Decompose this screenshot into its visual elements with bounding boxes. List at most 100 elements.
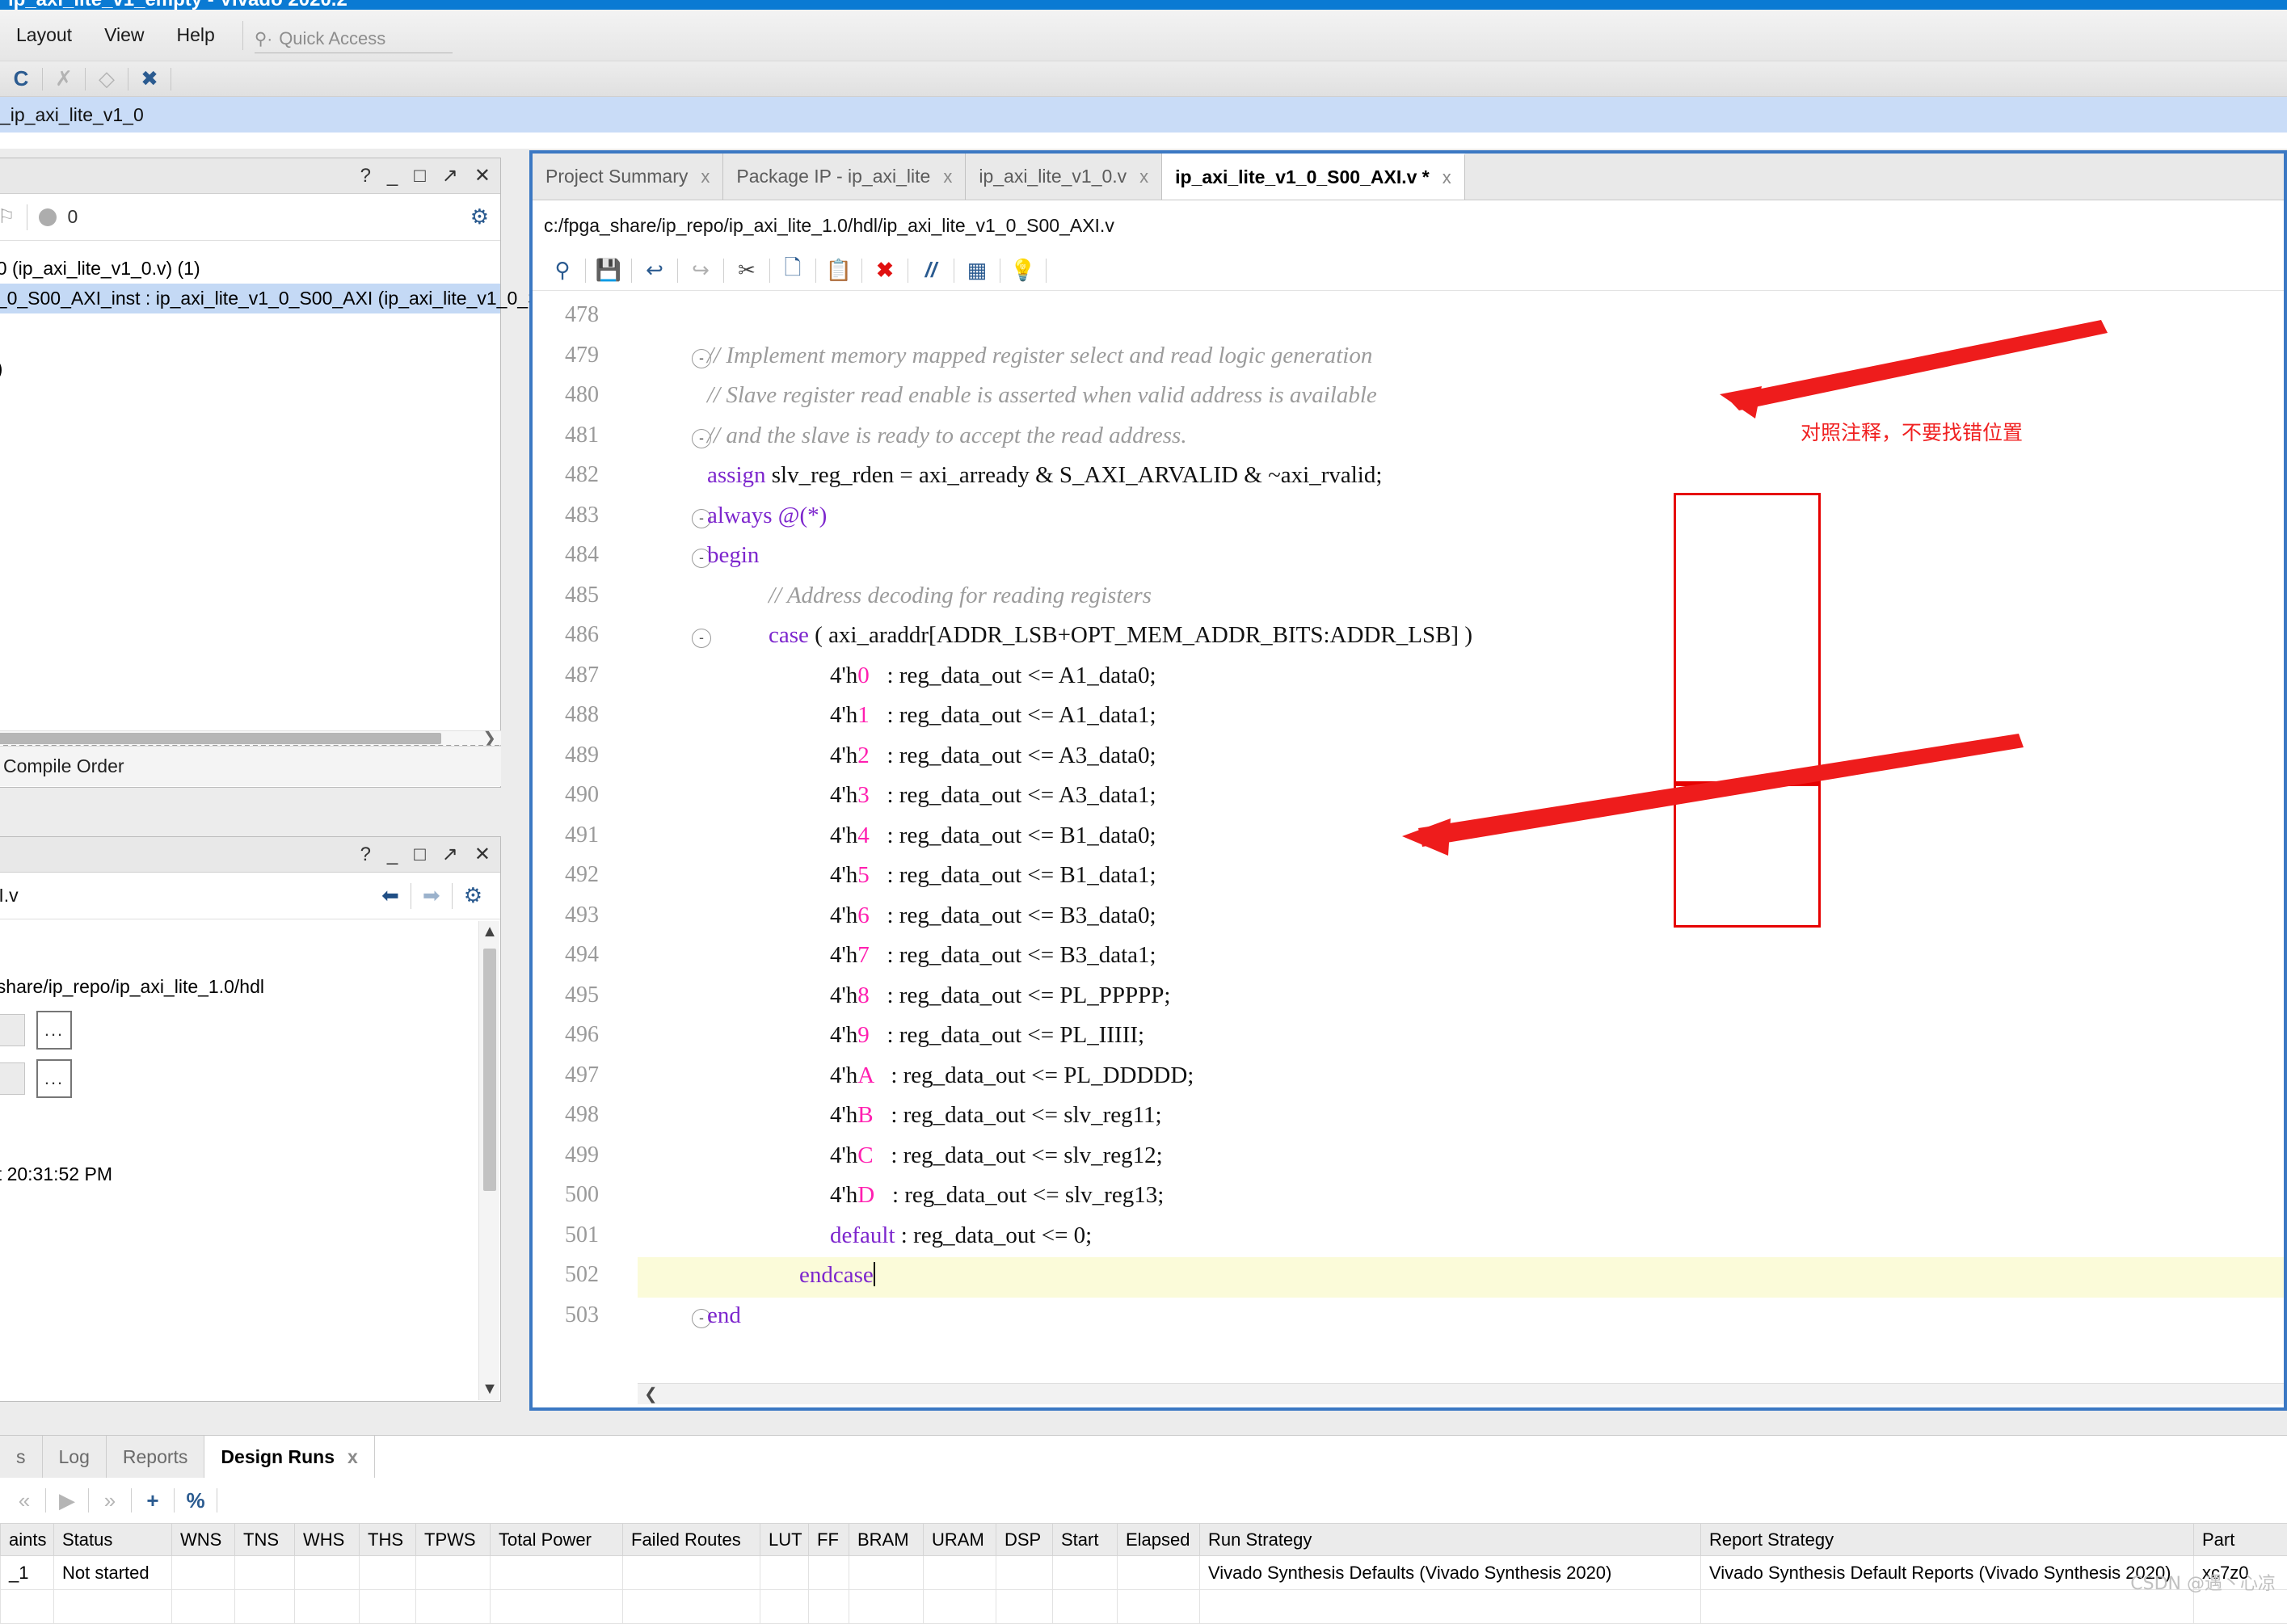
table-column-header[interactable]: Part [2194, 1524, 2287, 1556]
table-column-header[interactable]: Elapsed [1118, 1524, 1200, 1556]
close-icon[interactable]: ✕ [474, 845, 491, 865]
minimize-icon[interactable]: _ [387, 166, 398, 186]
code-line[interactable]: default : reg_data_out <= 0; [830, 1222, 1092, 1249]
paste-icon[interactable]: 📋 [819, 254, 859, 288]
arrow-left-icon[interactable]: ⬅ [381, 883, 399, 908]
code-line[interactable]: 4'hA : reg_data_out <= PL_DDDDD; [830, 1062, 1194, 1089]
close-icon[interactable]: x [943, 166, 952, 187]
code-line[interactable]: 4'h3 : reg_data_out <= A3_data1; [830, 782, 1156, 809]
rewind-icon[interactable]: « [3, 1483, 45, 1518]
table-column-header[interactable]: URAM [924, 1524, 996, 1556]
redo-icon[interactable]: ↪ [680, 254, 721, 288]
browse-button-2[interactable]: ... [36, 1059, 72, 1098]
properties-vertical-scrollbar[interactable]: ▲ ▼ [478, 921, 499, 1400]
plus-icon[interactable]: + [132, 1483, 174, 1518]
code-text-area[interactable]: 4784794804814824834844854864874884894904… [533, 291, 2284, 1404]
code-line[interactable]: case ( axi_araddr[ADDR_LSB+OPT_MEM_ADDR_… [769, 622, 1472, 649]
float-icon[interactable]: ↗ [442, 166, 458, 186]
tree-item-third[interactable]: 1) [0, 354, 500, 384]
quick-access-box[interactable]: ⚲· Quick Access [255, 18, 453, 53]
table-column-header[interactable]: Start [1053, 1524, 1118, 1556]
table-column-header[interactable]: Run Strategy [1200, 1524, 1701, 1556]
comment-icon[interactable]: // [911, 254, 951, 288]
scrollbar-thumb[interactable] [483, 949, 496, 1191]
percent-icon[interactable]: % [175, 1483, 217, 1518]
x-cursor-icon[interactable]: ✖ [128, 63, 171, 95]
maximize-icon[interactable]: □ [414, 845, 426, 865]
slash-shape-icon[interactable]: ◇ [86, 63, 128, 95]
property-field-2[interactable] [0, 1062, 25, 1095]
code-line[interactable]: // Implement memory mapped register sele… [707, 343, 1372, 369]
breadcrumb[interactable]: _ip_axi_lite_v1_0 [0, 97, 2287, 133]
close-icon[interactable]: ✕ [474, 166, 491, 186]
code-line[interactable]: 4'h7 : reg_data_out <= B3_data1; [830, 942, 1156, 969]
menu-item-help[interactable]: Help [161, 24, 231, 46]
dock-tab-s[interactable]: s [0, 1436, 43, 1478]
table-column-header[interactable]: BRAM [849, 1524, 924, 1556]
tab-package-ip[interactable]: Package IP - ip_axi_lite x [723, 154, 966, 200]
code-line[interactable]: // Slave register read enable is asserte… [707, 382, 1377, 409]
property-field-1[interactable] [0, 1014, 25, 1046]
search-icon[interactable]: ⚲ [542, 254, 583, 288]
help-icon[interactable]: ? [360, 166, 371, 186]
table-column-header[interactable]: TNS [235, 1524, 295, 1556]
table-column-header[interactable]: LUT [760, 1524, 809, 1556]
code-line[interactable]: always @(*) [707, 503, 827, 529]
c-icon[interactable]: C [0, 63, 42, 95]
close-icon[interactable]: x [1443, 167, 1451, 188]
scrollbar-thumb[interactable] [0, 733, 441, 744]
code-line[interactable]: 4'h5 : reg_data_out <= B1_data1; [830, 862, 1156, 889]
code-line[interactable]: 4'h4 : reg_data_out <= B1_data0; [830, 823, 1156, 849]
fold-toggle-icon[interactable]: - [692, 629, 711, 648]
code-line[interactable]: // and the slave is ready to accept the … [707, 423, 1187, 449]
delete-icon[interactable]: ✖ [865, 254, 905, 288]
table-row[interactable]: _1Not startedVivado Synthesis Defaults (… [1, 1556, 2287, 1590]
table-column-header[interactable]: WNS [172, 1524, 235, 1556]
cut-icon[interactable]: ✂ [727, 254, 767, 288]
help-icon[interactable]: ? [360, 845, 371, 865]
minimize-icon[interactable]: _ [387, 845, 398, 865]
dock-tab-reports[interactable]: Reports [107, 1436, 205, 1478]
undo-icon[interactable]: ↩ [634, 254, 675, 288]
maximize-icon[interactable]: □ [414, 166, 426, 186]
table-column-header[interactable]: WHS [295, 1524, 360, 1556]
code-line[interactable]: endcase [799, 1262, 875, 1289]
menu-item-layout[interactable]: Layout [0, 24, 88, 46]
tab-ip-axi-lite-v1-0[interactable]: ip_axi_lite_v1_0.v x [966, 154, 1162, 200]
code-line[interactable]: 4'hB : reg_data_out <= slv_reg11; [830, 1102, 1162, 1129]
tab-project-summary[interactable]: Project Summary x [533, 154, 723, 200]
gear-icon[interactable]: ⚙ [464, 883, 489, 908]
indent-icon[interactable]: ▦ [957, 254, 997, 288]
table-column-header[interactable]: THS [360, 1524, 416, 1556]
forward-icon[interactable]: » [89, 1483, 131, 1518]
gear-icon[interactable]: ⚙ [470, 204, 489, 229]
float-icon[interactable]: ↗ [442, 845, 458, 865]
copy-icon[interactable]: 🗋 [773, 254, 813, 288]
close-icon[interactable]: x [701, 166, 710, 187]
code-line[interactable]: 4'h6 : reg_data_out <= B3_data0; [830, 902, 1156, 929]
table-column-header[interactable]: aints [1, 1524, 54, 1556]
editor-horizontal-scrollbar[interactable]: ❮ [638, 1383, 2284, 1404]
tree-item-selected[interactable]: 1_0_S00_AXI_inst : ip_axi_lite_v1_0_S00_… [0, 284, 500, 313]
close-icon[interactable]: x [347, 1446, 358, 1468]
code-line[interactable]: 4'h9 : reg_data_out <= PL_IIIII; [830, 1022, 1144, 1049]
dock-tab-log[interactable]: Log [43, 1436, 107, 1478]
code-line[interactable]: 4'h8 : reg_data_out <= PL_PPPPP; [830, 982, 1170, 1009]
code-line[interactable]: end [707, 1302, 741, 1329]
chevron-down-icon[interactable]: ▼ [479, 1380, 500, 1399]
code-line[interactable]: 4'h0 : reg_data_out <= A1_data0; [830, 663, 1156, 689]
table-column-header[interactable]: Status [54, 1524, 172, 1556]
close-icon[interactable]: x [1139, 166, 1148, 187]
table-column-header[interactable]: TPWS [416, 1524, 491, 1556]
chevron-up-icon[interactable]: ▲ [479, 923, 500, 941]
code-line[interactable]: 4'h1 : reg_data_out <= A1_data1; [830, 702, 1156, 729]
code-line[interactable]: begin [707, 542, 759, 569]
bulb-icon[interactable]: 💡 [1003, 254, 1043, 288]
table-column-header[interactable]: Report Strategy [1701, 1524, 2194, 1556]
tab-ip-axi-lite-s00-axi[interactable]: ip_axi_lite_v1_0_S00_AXI.v * x [1162, 154, 1465, 200]
chevron-left-icon[interactable]: ❮ [644, 1384, 658, 1404]
dock-tab-design-runs[interactable]: Design Runs x [204, 1436, 374, 1478]
tree-item-top[interactable]: _0 (ip_axi_lite_v1_0.v) (1) [0, 254, 500, 284]
table-column-header[interactable]: FF [809, 1524, 849, 1556]
sources-horizontal-scrollbar[interactable]: ❯ [0, 730, 501, 745]
